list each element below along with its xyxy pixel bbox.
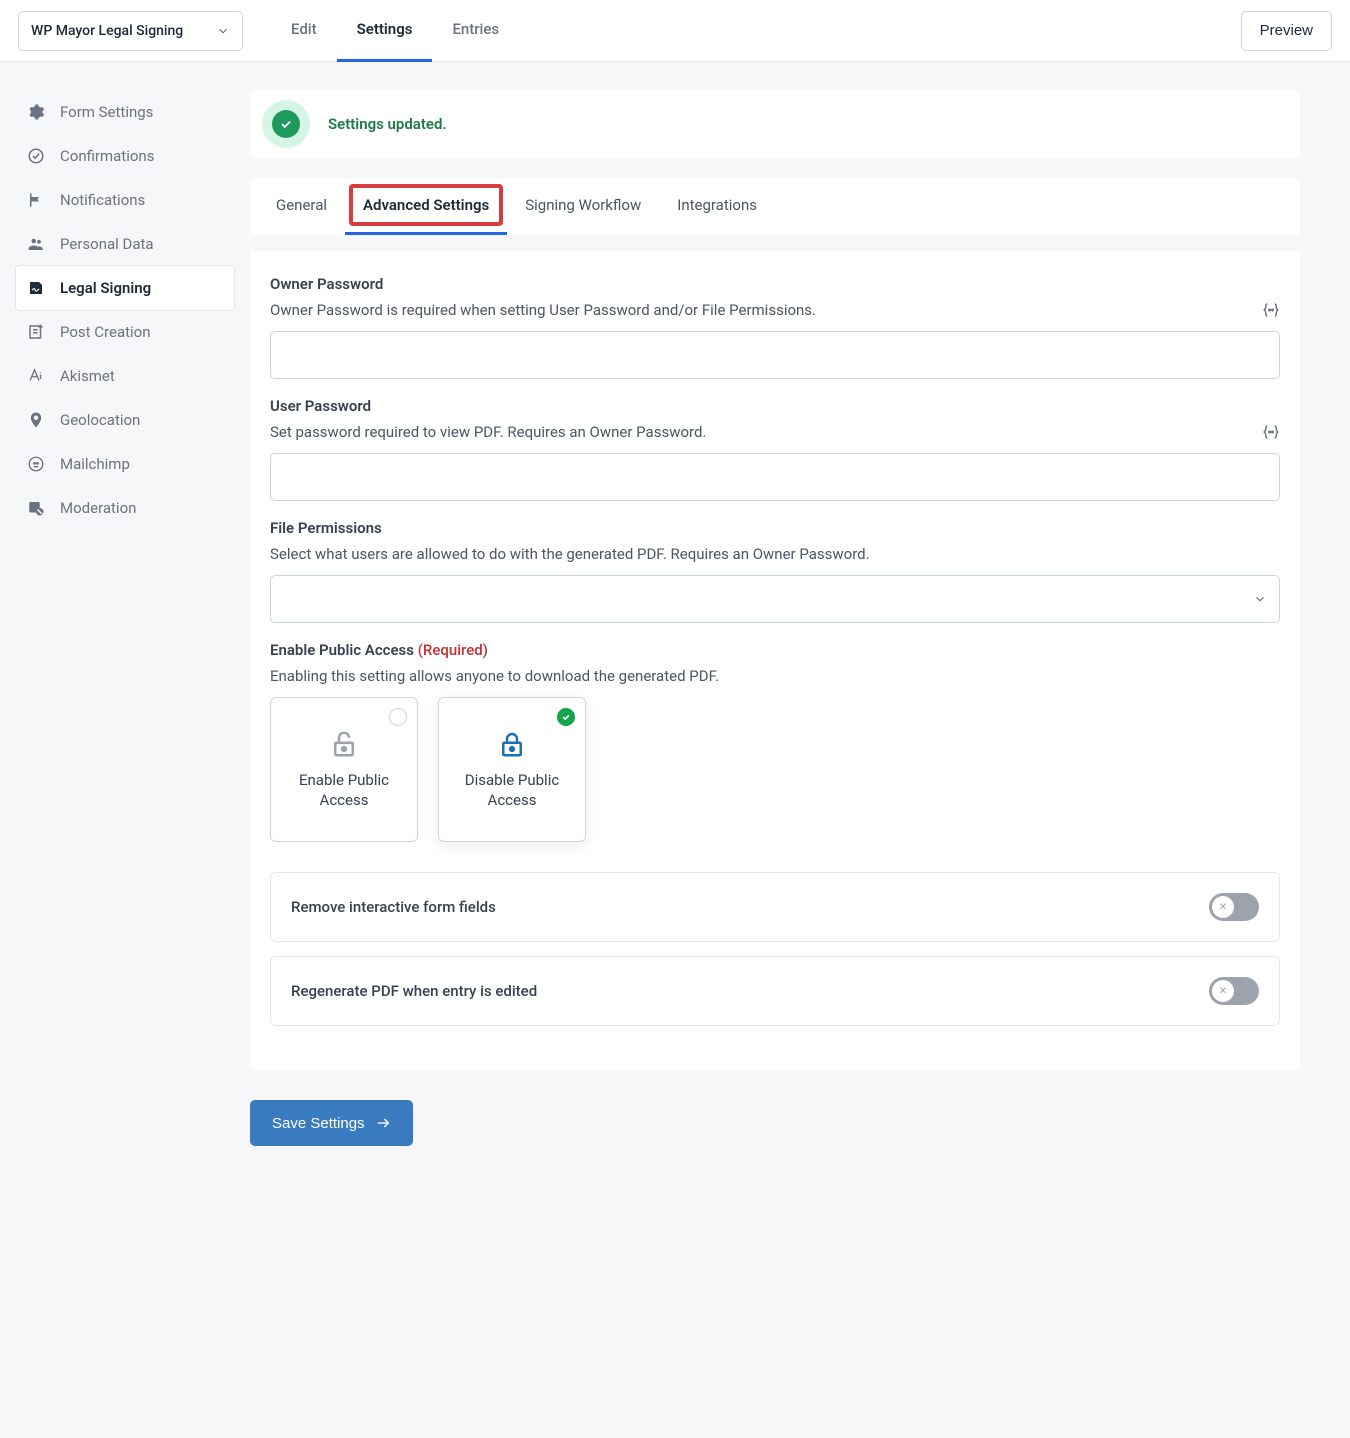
form-selector[interactable]: WP Mayor Legal Signing [18,11,243,51]
sidebar-item-mailchimp[interactable]: Mailchimp [16,442,234,486]
success-notice: Settings updated. [250,90,1300,158]
card-label: Disable Public Access [449,771,575,810]
required-badge: (Required) [418,641,488,659]
file-permissions-desc: Select what users are allowed to do with… [270,545,870,563]
sub-tab-advanced-settings[interactable]: Advanced Settings [345,178,507,235]
sidebar-item-confirmations[interactable]: Confirmations [16,134,234,178]
form-selector-label: WP Mayor Legal Signing [31,23,183,39]
radio-unselected-icon [389,708,407,726]
save-button-label: Save Settings [272,1115,365,1132]
check-circle-icon [26,146,46,166]
radio-selected-icon [557,708,575,726]
merge-tag-icon[interactable] [1262,301,1280,319]
check-icon [262,100,310,148]
arrow-right-icon [375,1115,391,1131]
sidebar-item-label: Personal Data [60,235,154,253]
toggle-row-regenerate: Regenerate PDF when entry is edited [270,956,1280,1026]
chevron-down-icon [216,24,230,38]
sidebar-item-moderation[interactable]: Moderation [16,486,234,530]
toggle-label: Regenerate PDF when entry is edited [291,982,537,1000]
merge-tag-icon[interactable] [1262,423,1280,441]
owner-password-desc: Owner Password is required when setting … [270,301,816,319]
pin-icon [26,410,46,430]
people-icon [26,234,46,254]
lock-closed-icon [497,729,527,759]
sidebar-item-legal-signing[interactable]: Legal Signing [16,266,234,310]
sub-tab-signing-workflow[interactable]: Signing Workflow [507,178,659,235]
sidebar-item-label: Mailchimp [60,455,130,473]
toggle-row-remove-fields: Remove interactive form fields [270,872,1280,942]
save-settings-button[interactable]: Save Settings [250,1100,413,1146]
user-password-desc: Set password required to view PDF. Requi… [270,423,706,441]
toggle-remove-fields[interactable] [1209,893,1259,921]
sidebar-item-geolocation[interactable]: Geolocation [16,398,234,442]
user-password-label: User Password [270,397,1280,415]
gear-icon [26,102,46,122]
sidebar-item-label: Confirmations [60,147,154,165]
sidebar-item-notifications[interactable]: Notifications [16,178,234,222]
tab-settings[interactable]: Settings [337,0,433,62]
sidebar-item-label: Akismet [60,367,115,385]
file-permissions-select[interactable] [270,575,1280,623]
sidebar-item-label: Post Creation [60,323,151,341]
sidebar-item-post-creation[interactable]: Post Creation [16,310,234,354]
sidebar-item-form-settings[interactable]: Form Settings [16,90,234,134]
sidebar-item-personal-data[interactable]: Personal Data [16,222,234,266]
top-tabs: Edit Settings Entries [271,0,519,62]
tab-edit[interactable]: Edit [271,0,337,62]
sidebar-item-akismet[interactable]: Akismet [16,354,234,398]
sidebar-item-label: Form Settings [60,103,153,121]
public-access-desc: Enabling this setting allows anyone to d… [270,667,719,685]
preview-button[interactable]: Preview [1241,11,1332,51]
sub-tabs: General Advanced Settings Signing Workfl… [250,178,1300,235]
lock-open-icon [329,729,359,759]
sidebar-item-label: Moderation [60,499,136,517]
card-label: Enable Public Access [281,771,407,810]
sign-icon [26,278,46,298]
sub-tab-general[interactable]: General [258,178,345,235]
owner-password-input[interactable] [270,331,1280,379]
chevron-down-icon [1253,592,1267,606]
tab-entries[interactable]: Entries [432,0,519,62]
owner-password-label: Owner Password [270,275,1280,293]
sidebar-item-label: Geolocation [60,411,140,429]
flag-icon [26,190,46,210]
settings-sidebar: Form Settings Confirmations Notification… [0,62,250,1186]
user-password-input[interactable] [270,453,1280,501]
sidebar-item-label: Notifications [60,191,145,209]
mailchimp-icon [26,454,46,474]
moderation-icon [26,498,46,518]
sidebar-item-label: Legal Signing [60,279,151,297]
public-access-label: Enable Public Access (Required) [270,641,1280,659]
notice-text: Settings updated. [328,115,447,133]
toggle-regenerate[interactable] [1209,977,1259,1005]
sub-tab-integrations[interactable]: Integrations [659,178,775,235]
akismet-icon [26,366,46,386]
post-icon [26,322,46,342]
toggle-label: Remove interactive form fields [291,898,496,916]
file-permissions-label: File Permissions [270,519,1280,537]
option-enable-public-access[interactable]: Enable Public Access [270,697,418,842]
option-disable-public-access[interactable]: Disable Public Access [438,697,586,842]
